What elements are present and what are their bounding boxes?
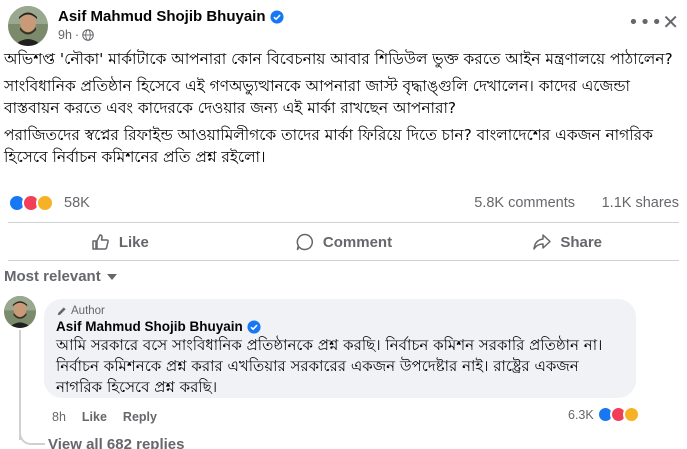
comment-time[interactable]: 8h xyxy=(52,410,66,424)
dot-separator: · xyxy=(74,28,80,42)
comment-reactions[interactable]: 6.3K xyxy=(568,406,640,423)
like-button[interactable]: Like xyxy=(8,226,232,258)
reaction-icons[interactable] xyxy=(8,194,54,212)
chevron-down-icon xyxy=(106,273,117,280)
author-badge: Author xyxy=(56,305,624,317)
comment-label: Comment xyxy=(322,233,393,251)
haha-reaction-icon xyxy=(622,406,640,423)
comment-reply-button[interactable]: Reply xyxy=(123,410,157,424)
post-header: Asif Mahmud Shojib Bhuyain 9h · ••• ✕ xyxy=(8,6,679,46)
comment-button[interactable]: Comment xyxy=(232,226,456,258)
divider xyxy=(8,260,679,261)
comments-count[interactable]: 5.8K comments xyxy=(474,195,575,211)
comment-bubble: Author Asif Mahmud Shojib Bhuyain আমি সর… xyxy=(44,299,636,398)
verified-badge-icon xyxy=(269,9,284,24)
more-options-icon[interactable]: ••• xyxy=(628,12,663,33)
haha-reaction-icon xyxy=(36,194,54,212)
share-label: Share xyxy=(560,233,603,251)
comment-meta: 8h Like Reply xyxy=(52,410,157,424)
comment-author-label[interactable]: Asif Mahmud Shojib Bhuyain xyxy=(56,319,243,334)
author-badge-label: Author xyxy=(71,305,105,317)
divider xyxy=(8,222,679,223)
comment-reactions-count: 6.3K xyxy=(568,407,594,422)
post-author-label[interactable]: Asif Mahmud Shojib Bhuyain xyxy=(58,8,266,25)
globe-icon xyxy=(82,29,94,41)
reactions-count[interactable]: 58K xyxy=(64,195,90,211)
close-icon[interactable]: ✕ xyxy=(662,10,679,34)
comment-text: আমি সরকারে বসে সাংবিধানিক প্রতিষ্ঠানকে প… xyxy=(56,336,603,396)
post-paragraph: পরাজিতদের স্বপ্নের রিফাইন্ড আওয়ামিলীগকে… xyxy=(4,126,653,166)
comment-reaction-icons xyxy=(596,406,640,423)
post-meta: 9h · xyxy=(58,28,94,42)
post-author-name[interactable]: Asif Mahmud Shojib Bhuyain xyxy=(58,8,284,25)
like-label: Like xyxy=(118,233,149,251)
post-time[interactable]: 9h xyxy=(58,28,72,42)
reply-thread-curve xyxy=(19,425,45,445)
verified-badge-icon xyxy=(247,319,261,334)
post-actions: Like Comment Share xyxy=(8,226,679,258)
post-body: অভিশপ্ত 'নৌকা' মার্কাটাকে আপনারা কোন বিব… xyxy=(4,48,683,173)
share-button[interactable]: Share xyxy=(455,226,679,258)
comment-author-avatar[interactable] xyxy=(4,296,36,328)
post-paragraph: অভিশপ্ত 'নৌকা' মার্কাটাকে আপনারা কোন বিব… xyxy=(4,50,673,68)
pencil-icon xyxy=(57,306,66,315)
comment-bubble-icon xyxy=(296,233,313,251)
sort-label: Most relevant xyxy=(4,268,101,285)
comment-author-name[interactable]: Asif Mahmud Shojib Bhuyain xyxy=(56,319,624,334)
reactions-summary: 58K 5.8K comments 1.1K shares xyxy=(8,192,679,216)
author-avatar[interactable] xyxy=(8,6,48,46)
post-paragraph: সাংবিধানিক প্রতিষ্ঠান হিসেবে এই গণঅভ্যুত… xyxy=(4,77,630,117)
thumbs-up-icon xyxy=(92,234,109,250)
reply-thread-line xyxy=(19,330,21,440)
view-replies-link[interactable]: View all 682 replies xyxy=(48,436,184,449)
shares-count[interactable]: 1.1K shares xyxy=(602,195,679,211)
comment-sort-dropdown[interactable]: Most relevant xyxy=(4,268,117,285)
share-arrow-icon xyxy=(533,234,552,250)
comment-like-button[interactable]: Like xyxy=(82,410,107,424)
